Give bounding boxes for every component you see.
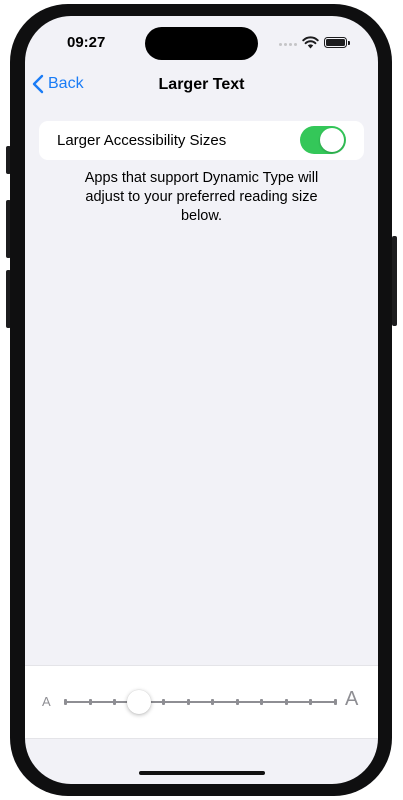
slider-tick bbox=[334, 699, 337, 705]
slider-tick bbox=[88, 699, 92, 705]
slider-tick bbox=[211, 699, 215, 705]
dynamic-type-description: Apps that support Dynamic Type will adju… bbox=[84, 170, 319, 224]
slider-tick bbox=[162, 699, 166, 705]
dynamic-island bbox=[145, 27, 258, 60]
status-bar: 09:27 bbox=[25, 16, 378, 68]
slider-tick bbox=[235, 699, 239, 705]
smaller-text-label: A bbox=[42, 694, 51, 709]
slider-tick bbox=[186, 699, 190, 705]
slider-tick bbox=[64, 699, 67, 705]
status-time: 09:27 bbox=[67, 34, 106, 51]
cellular-signal-icon bbox=[279, 43, 297, 46]
larger-text-label: A bbox=[345, 688, 359, 710]
text-size-slider-panel: A A bbox=[25, 665, 378, 739]
toggle-knob bbox=[320, 128, 344, 152]
slider-tick bbox=[260, 699, 264, 705]
home-indicator bbox=[139, 771, 265, 775]
navigation-bar: Back Larger Text bbox=[25, 68, 378, 104]
slider-track-line bbox=[65, 701, 335, 703]
wifi-icon bbox=[302, 36, 319, 49]
slider-tick bbox=[113, 699, 117, 705]
page-title: Larger Text bbox=[158, 76, 245, 93]
screen: 09:27 Back Larger Text Larger Accessibil… bbox=[25, 16, 378, 784]
battery-icon bbox=[324, 37, 350, 48]
power-button[interactable] bbox=[392, 236, 397, 326]
text-size-slider[interactable] bbox=[64, 690, 337, 714]
slider-thumb[interactable] bbox=[126, 690, 151, 714]
larger-accessibility-sizes-toggle[interactable] bbox=[300, 126, 346, 154]
slider-tick bbox=[284, 699, 288, 705]
slider-tick bbox=[309, 699, 313, 705]
larger-accessibility-sizes-row: Larger Accessibility Sizes bbox=[39, 121, 364, 160]
setting-label: Larger Accessibility Sizes bbox=[57, 132, 227, 149]
